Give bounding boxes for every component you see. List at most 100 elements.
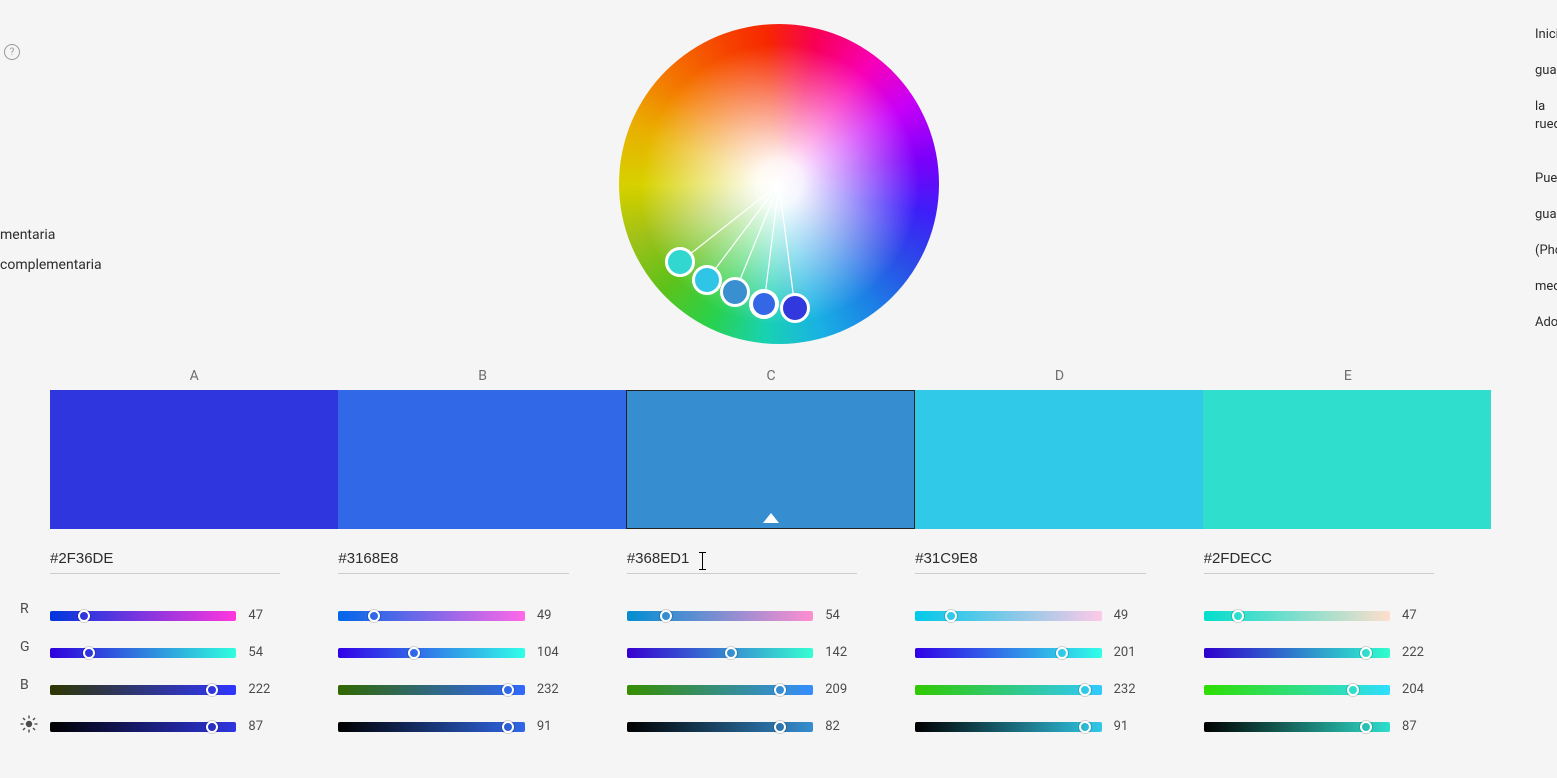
hex-input[interactable]: [338, 548, 568, 574]
slider-value[interactable]: 222: [248, 682, 280, 697]
slider-thumb[interactable]: [1079, 684, 1091, 696]
r-slider[interactable]: [915, 611, 1101, 621]
wheel-handle[interactable]: [780, 293, 810, 323]
slider-thumb[interactable]: [368, 610, 380, 622]
wheel-handle[interactable]: [692, 265, 722, 295]
slider-value[interactable]: 47: [1402, 608, 1434, 623]
signin-tip: Inicio guardar la rueda Puedes guardar (…: [1535, 8, 1557, 332]
slider-value[interactable]: 91: [537, 719, 569, 734]
help-icon[interactable]: ?: [4, 44, 20, 60]
slider-thumb[interactable]: [1360, 647, 1372, 659]
b-slider[interactable]: [338, 685, 524, 695]
wheel-handle[interactable]: [720, 277, 750, 307]
slider-value[interactable]: 82: [825, 719, 857, 734]
r-slider[interactable]: [50, 611, 236, 621]
slider-thumb[interactable]: [945, 610, 957, 622]
slider-value[interactable]: 49: [537, 608, 569, 623]
g-slider[interactable]: [50, 648, 236, 658]
b-slider[interactable]: [915, 685, 1101, 695]
r-slider-row: 54: [627, 608, 857, 623]
swatch-labels: ABCDE: [50, 368, 1492, 384]
brightness-slider[interactable]: [1204, 722, 1390, 732]
hex-input[interactable]: [50, 548, 280, 574]
b-slider[interactable]: [627, 685, 813, 695]
brightness-slider[interactable]: [627, 722, 813, 732]
slider-thumb[interactable]: [660, 610, 672, 622]
color-swatch[interactable]: [1203, 390, 1491, 529]
slider-thumb[interactable]: [502, 721, 514, 733]
g-slider[interactable]: [1204, 648, 1390, 658]
slider-value[interactable]: 222: [1402, 645, 1434, 660]
slider-value[interactable]: 47: [248, 608, 280, 623]
color-swatch[interactable]: [626, 390, 914, 529]
g-slider-row: 201: [915, 645, 1145, 660]
slider-value[interactable]: 232: [537, 682, 569, 697]
hex-input[interactable]: [1204, 548, 1434, 574]
r-slider[interactable]: [627, 611, 813, 621]
slider-thumb[interactable]: [502, 684, 514, 696]
r-slider[interactable]: [338, 611, 524, 621]
slider-value[interactable]: 54: [825, 608, 857, 623]
brightness-slider-row: 82: [627, 719, 857, 734]
hex-input[interactable]: [915, 548, 1145, 574]
slider-value[interactable]: 87: [1402, 719, 1434, 734]
swatch-label: D: [915, 368, 1203, 384]
g-slider-row: 142: [627, 645, 857, 660]
brightness-slider-row: 91: [338, 719, 568, 734]
g-slider[interactable]: [915, 648, 1101, 658]
slider-thumb[interactable]: [1232, 610, 1244, 622]
slider-thumb[interactable]: [1347, 684, 1359, 696]
channel-r-label: R: [20, 601, 38, 617]
slider-thumb[interactable]: [1360, 721, 1372, 733]
slider-thumb[interactable]: [408, 647, 420, 659]
slider-value[interactable]: 104: [537, 645, 569, 660]
brightness-slider[interactable]: [338, 722, 524, 732]
b-slider-row: 204: [1204, 682, 1434, 697]
color-swatch[interactable]: [915, 390, 1203, 529]
g-slider[interactable]: [338, 648, 524, 658]
color-wheel[interactable]: [619, 24, 939, 344]
slider-value[interactable]: 87: [248, 719, 280, 734]
rule-item[interactable]: complementaria: [0, 250, 102, 280]
slider-value[interactable]: 201: [1114, 645, 1146, 660]
harmony-rules-list: mentaria complementaria: [0, 220, 102, 280]
slider-group: 47 54 222 87: [50, 608, 280, 734]
slider-value[interactable]: 49: [1114, 608, 1146, 623]
wheel-handle[interactable]: [665, 247, 695, 277]
slider-value[interactable]: 232: [1114, 682, 1146, 697]
hex-input[interactable]: [627, 548, 857, 574]
slider-thumb[interactable]: [83, 647, 95, 659]
swatch-label: C: [627, 368, 915, 384]
slider-thumb[interactable]: [774, 721, 786, 733]
brightness-slider[interactable]: [915, 722, 1101, 732]
text-cursor: [702, 552, 703, 570]
slider-thumb[interactable]: [774, 684, 786, 696]
slider-thumb[interactable]: [725, 647, 737, 659]
slider-thumb[interactable]: [206, 721, 218, 733]
color-controls: 4754222874910423291541422098249201232914…: [50, 548, 1492, 734]
slider-thumb[interactable]: [1079, 721, 1091, 733]
color-swatch[interactable]: [338, 390, 626, 529]
slider-thumb[interactable]: [1056, 647, 1068, 659]
g-slider[interactable]: [627, 648, 813, 658]
brightness-slider[interactable]: [50, 722, 236, 732]
slider-value[interactable]: 91: [1114, 719, 1146, 734]
channel-b-label: B: [20, 677, 38, 693]
rule-item[interactable]: mentaria: [0, 220, 102, 250]
b-slider[interactable]: [1204, 685, 1390, 695]
slider-value[interactable]: 209: [825, 682, 857, 697]
slider-thumb[interactable]: [206, 684, 218, 696]
slider-group: 49 104 232 91: [338, 608, 568, 734]
slider-value[interactable]: 142: [825, 645, 857, 660]
slider-value[interactable]: 204: [1402, 682, 1434, 697]
b-slider[interactable]: [50, 685, 236, 695]
slider-value[interactable]: 54: [248, 645, 280, 660]
color-swatch[interactable]: [50, 390, 338, 529]
r-slider[interactable]: [1204, 611, 1390, 621]
r-slider-row: 49: [915, 608, 1145, 623]
b-slider-row: 232: [338, 682, 568, 697]
brightness-slider-row: 87: [50, 719, 280, 734]
slider-thumb[interactable]: [78, 610, 90, 622]
wheel-handle[interactable]: [749, 289, 779, 319]
r-slider-row: 49: [338, 608, 568, 623]
